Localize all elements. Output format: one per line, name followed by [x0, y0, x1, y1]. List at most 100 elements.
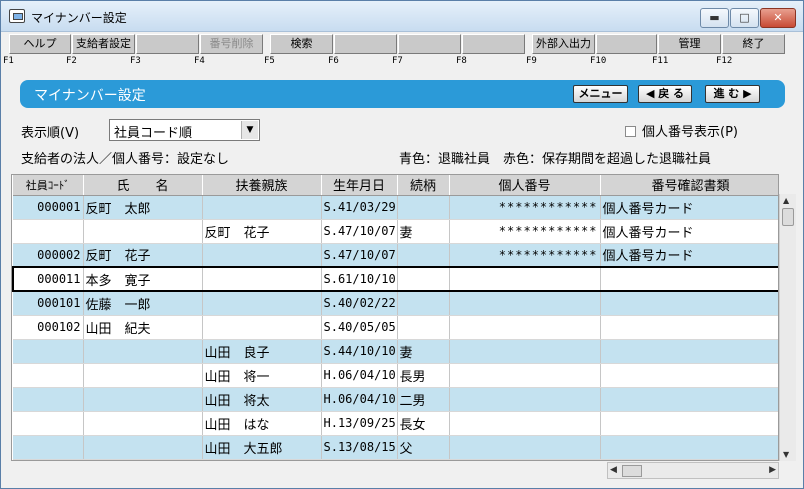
cell-doc[interactable]: [600, 363, 778, 388]
cell-relation[interactable]: [397, 243, 450, 268]
cell-number[interactable]: [449, 291, 601, 316]
cell-doc[interactable]: [600, 435, 778, 460]
cell-dependent[interactable]: [202, 291, 322, 316]
table-row[interactable]: 山田 大五郎 S.13/08/15 父: [13, 435, 778, 460]
cell-number[interactable]: [449, 315, 601, 340]
cell-dob[interactable]: [321, 459, 398, 460]
cell-code[interactable]: 000002: [13, 243, 84, 268]
fkey-button-f8[interactable]: [462, 34, 525, 54]
fkey-button-f6[interactable]: [334, 34, 397, 54]
cell-dob[interactable]: S.47/10/07: [321, 219, 398, 244]
col-header-dob[interactable]: 生年月日: [321, 175, 398, 196]
menu-button[interactable]: メニュー: [573, 85, 628, 103]
cell-dependent[interactable]: [202, 459, 322, 460]
cell-dob[interactable]: S.13/08/15: [321, 435, 398, 460]
fkey-button-f12[interactable]: 終了: [722, 34, 785, 54]
cell-dependent[interactable]: [202, 243, 322, 268]
cell-code[interactable]: 000102: [13, 315, 84, 340]
cell-name[interactable]: 反町 太郎: [83, 195, 203, 220]
show-number-checkbox[interactable]: [625, 126, 636, 137]
cell-name[interactable]: [83, 459, 203, 460]
cell-relation[interactable]: 父: [397, 435, 450, 460]
cell-doc[interactable]: [600, 411, 778, 436]
cell-code[interactable]: 000001: [13, 195, 84, 220]
cell-number[interactable]: [449, 266, 601, 292]
cell-dependent[interactable]: 山田 将一: [202, 363, 322, 388]
table-row[interactable]: 山田 将一 H.06/04/10 長男: [13, 363, 778, 388]
cell-doc[interactable]: [600, 315, 778, 340]
cell-code[interactable]: [13, 219, 84, 244]
cell-code[interactable]: 000101: [13, 291, 84, 316]
table-row[interactable]: 山田 良子 S.44/10/10 妻: [13, 339, 778, 364]
cell-dependent[interactable]: [202, 315, 322, 340]
horizontal-scroll-thumb[interactable]: [622, 465, 642, 477]
chevron-down-icon[interactable]: ▼: [241, 121, 258, 139]
cell-dependent[interactable]: 反町 花子: [202, 219, 322, 244]
cell-number[interactable]: [449, 411, 601, 436]
cell-relation[interactable]: [397, 291, 450, 316]
cell-name[interactable]: [83, 387, 203, 412]
scroll-left-icon[interactable]: ◀: [610, 465, 617, 475]
cell-number[interactable]: [449, 363, 601, 388]
cell-dependent[interactable]: 山田 良子: [202, 339, 322, 364]
cell-code[interactable]: [13, 339, 84, 364]
cell-dob[interactable]: S.40/02/22: [321, 291, 398, 316]
fkey-button-f4[interactable]: 番号削除: [200, 34, 263, 54]
cell-number[interactable]: ************: [449, 243, 601, 268]
back-button[interactable]: ◀ 戻 る: [638, 85, 692, 103]
vertical-scroll-thumb[interactable]: [782, 208, 794, 226]
cell-relation[interactable]: 二男: [397, 387, 450, 412]
table-row[interactable]: 山田 はな H.13/09/25 長女: [13, 411, 778, 436]
cell-number[interactable]: ************: [449, 219, 601, 244]
table-row[interactable]: 山田 将太 H.06/04/10 二男: [13, 387, 778, 412]
cell-code[interactable]: [13, 435, 84, 460]
scroll-right-icon[interactable]: ▶: [769, 465, 776, 475]
cell-doc[interactable]: 個人番号カード: [600, 219, 778, 244]
cell-dob[interactable]: H.13/09/25: [321, 411, 398, 436]
cell-doc[interactable]: 個人番号カード: [600, 243, 778, 268]
cell-name[interactable]: [83, 339, 203, 364]
cell-dob[interactable]: S.47/10/07: [321, 243, 398, 268]
cell-relation[interactable]: [397, 459, 450, 460]
cell-name[interactable]: 山田 紀夫: [83, 315, 203, 340]
cell-dob[interactable]: S.40/05/05: [321, 315, 398, 340]
next-button[interactable]: 進 む ▶: [705, 85, 760, 103]
cell-name[interactable]: [83, 219, 203, 244]
cell-number[interactable]: [449, 339, 601, 364]
cell-code[interactable]: [13, 387, 84, 412]
cell-code[interactable]: [13, 411, 84, 436]
cell-name[interactable]: 本多 寛子: [83, 266, 203, 292]
cell-number[interactable]: [449, 459, 601, 460]
horizontal-scrollbar[interactable]: ◀ ▶: [607, 462, 779, 479]
fkey-button-f11[interactable]: 管理: [658, 34, 721, 54]
cell-doc[interactable]: [600, 387, 778, 412]
scroll-up-icon[interactable]: ▲: [783, 196, 789, 205]
cell-relation[interactable]: 長女: [397, 411, 450, 436]
cell-number[interactable]: [449, 387, 601, 412]
fkey-button-f1[interactable]: ヘルプ: [9, 34, 71, 54]
cell-dependent[interactable]: 山田 大五郎: [202, 435, 322, 460]
cell-dependent[interactable]: 山田 はな: [202, 411, 322, 436]
sort-order-select[interactable]: 社員コード順 ▼: [109, 119, 260, 141]
cell-name[interactable]: [83, 411, 203, 436]
fkey-button-f9[interactable]: 外部入出力: [532, 34, 595, 54]
table-row[interactable]: 反町 花子 S.47/10/07 妻 ************ 個人番号カード: [13, 219, 778, 244]
table-row[interactable]: 000102 山田 紀夫 S.40/05/05: [13, 315, 778, 340]
cell-code[interactable]: 000011: [12, 266, 84, 292]
close-button[interactable]: ✕: [760, 8, 796, 28]
minimize-button[interactable]: ▬: [700, 8, 729, 28]
fkey-button-f2[interactable]: 支給者設定: [72, 34, 135, 54]
cell-relation[interactable]: [397, 315, 450, 340]
cell-relation[interactable]: 妻: [397, 339, 450, 364]
col-header-doc[interactable]: 番号確認書類: [600, 175, 778, 196]
col-header-name[interactable]: 氏 名: [83, 175, 203, 196]
vertical-scrollbar[interactable]: ▲ ▼: [779, 194, 796, 461]
cell-dob[interactable]: S.61/10/10: [321, 266, 398, 292]
table-row[interactable]: 000002 反町 花子 S.47/10/07 ************ 個人番号カード: [13, 243, 778, 268]
cell-dob[interactable]: S.44/10/10: [321, 339, 398, 364]
col-header-number[interactable]: 個人番号: [449, 175, 601, 196]
cell-name[interactable]: [83, 435, 203, 460]
cell-dependent[interactable]: [202, 266, 322, 292]
table-row[interactable]: 000001 反町 太郎 S.41/03/29 ************ 個人番号カード: [13, 195, 778, 220]
fkey-button-f7[interactable]: [398, 34, 461, 54]
